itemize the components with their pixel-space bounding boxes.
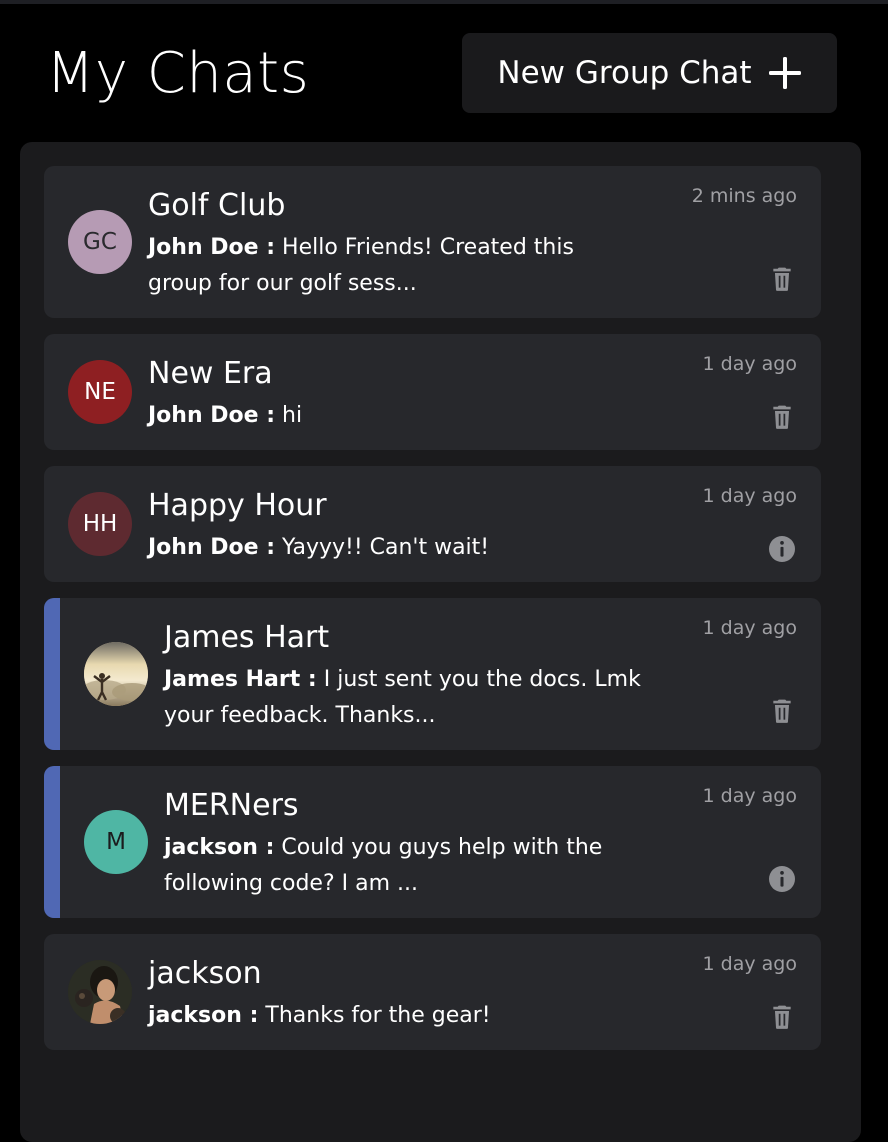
new-group-chat-button[interactable]: New Group Chat [462,33,837,113]
avatar-initials: GC [83,229,117,255]
chat-item-golf-club[interactable]: GC Golf Club John Doe : Hello Friends! C… [44,166,821,318]
chat-sender: jackson : [148,1003,259,1028]
trash-icon[interactable] [769,1004,795,1030]
avatar-initials: M [106,829,126,855]
chat-sender: John Doe : [148,235,276,260]
user-photo-sky-avatar [84,642,148,706]
trash-icon[interactable] [769,266,795,292]
chat-preview: John Doe : Yayyy!! Can't wait! [148,530,618,566]
trash-icon[interactable] [769,698,795,724]
chat-sender: John Doe : [148,403,276,428]
page-title: My Chats [46,41,310,106]
my-chats-view: My Chats New Group Chat GC Golf Club Joh… [0,0,888,1142]
chat-item-james-hart[interactable]: James Hart James Hart : I just sent you … [44,598,821,750]
new-group-chat-label: New Group Chat [497,55,752,91]
chat-sender: James Hart : [164,667,317,692]
avatar-initials: NE [84,379,116,405]
avatar: GC [68,210,132,274]
chat-item-merners[interactable]: M MERNers jackson : Could you guys help … [44,766,821,918]
top-border [0,0,888,4]
chat-timestamp: 2 mins ago [691,185,797,207]
chat-sender: jackson : [164,835,275,860]
chat-name: New Era [148,356,273,391]
chat-preview: John Doe : hi [148,398,618,434]
chat-message: hi [282,403,303,428]
chat-timestamp: 1 day ago [702,785,797,807]
chat-name: jackson [148,956,262,991]
chat-name: MERNers [164,788,299,823]
avatar: NE [68,360,132,424]
avatar-initials: HH [82,511,118,537]
trash-icon[interactable] [769,404,795,430]
avatar: M [84,810,148,874]
chat-timestamp: 1 day ago [702,485,797,507]
chat-message: Yayyy!! Can't wait! [282,535,490,560]
chat-sender: John Doe : [148,535,276,560]
chat-preview: James Hart : I just sent you the docs. L… [164,662,664,734]
chat-item-new-era[interactable]: NE New Era John Doe : hi 1 day ago [44,334,821,450]
chat-name: Happy Hour [148,488,327,523]
chat-message: Thanks for the gear! [265,1003,491,1028]
chat-timestamp: 1 day ago [702,353,797,375]
chat-timestamp: 1 day ago [702,953,797,975]
chat-name: James Hart [164,620,330,655]
chat-timestamp: 1 day ago [702,617,797,639]
info-icon[interactable] [769,536,795,562]
avatar: HH [68,492,132,556]
sky-photo-image [84,642,148,706]
chat-item-jackson[interactable]: jackson jackson : Thanks for the gear! 1… [44,934,821,1050]
chat-preview: jackson : Thanks for the gear! [148,998,618,1034]
info-icon[interactable] [769,866,795,892]
chat-item-happy-hour[interactable]: HH Happy Hour John Doe : Yayyy!! Can't w… [44,466,821,582]
plus-icon [768,57,801,89]
chat-preview: jackson : Could you guys help with the f… [164,830,634,902]
chat-name: Golf Club [148,188,286,223]
user-photo-boxer-avatar [68,960,132,1024]
chat-preview: John Doe : Hello Friends! Created this g… [148,230,618,302]
boxer-photo-image [68,960,132,1024]
